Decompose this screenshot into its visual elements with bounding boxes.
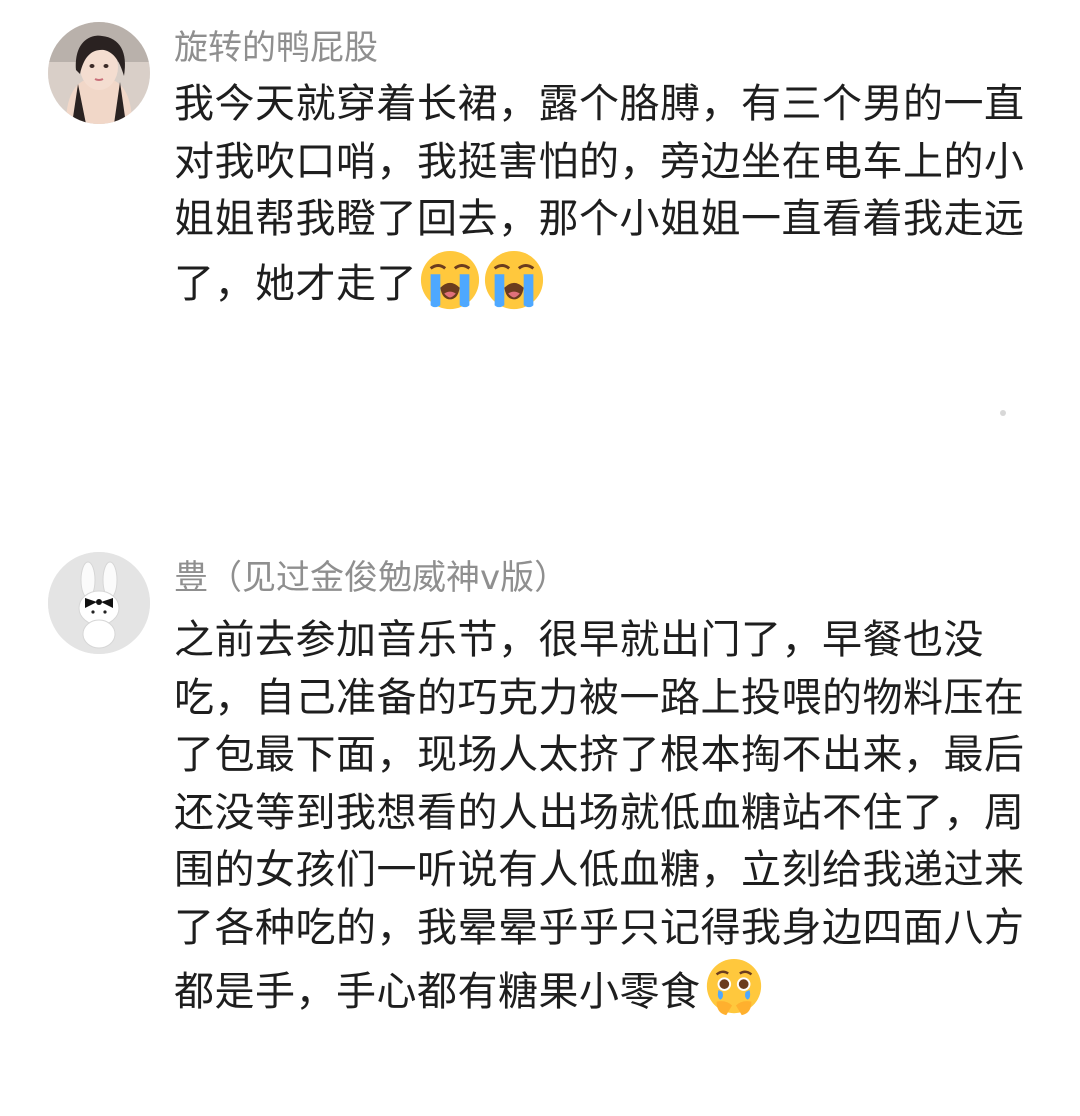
comment-text-content: 之前去参加音乐节，很早就出门了，早餐也没吃，自己准备的巧克力被一路上投喂的物料压… — [174, 617, 1025, 1015]
username[interactable]: 旋转的鸭屁股 — [174, 28, 378, 68]
more-dot-icon — [1000, 410, 1006, 416]
loudly-crying-face-icon — [420, 250, 480, 309]
comment-text: 我今天就穿着长裙，露个胳膊，有三个男的一直对我吹口哨，我挺害怕的，旁边坐在电车上… — [174, 76, 1054, 313]
comment-item: 豊（见过金俊勉威神v版） 之前去参加音乐节，很早就出门了，早餐也没吃，自己准备的… — [0, 540, 1080, 1116]
avatar[interactable] — [48, 552, 150, 654]
face-holding-back-tears-icon — [706, 958, 761, 1016]
comment-text: 之前去参加音乐节，很早就出门了，早餐也没吃，自己准备的巧克力被一路上投喂的物料压… — [174, 612, 1054, 1022]
white-bunny-avatar-icon — [48, 552, 150, 654]
username[interactable]: 豊（见过金俊勉威神v版） — [174, 558, 568, 598]
comment-text-content: 我今天就穿着长裙，露个胳膊，有三个男的一直对我吹口哨，我挺害怕的，旁边坐在电车上… — [174, 81, 1025, 307]
user-avatar-photo-icon — [48, 22, 150, 124]
avatar[interactable] — [48, 22, 150, 124]
loudly-crying-face-icon — [484, 250, 544, 309]
comment-item: 旋转的鸭屁股 我今天就穿着长裙，露个胳膊，有三个男的一直对我吹口哨，我挺害怕的，… — [0, 0, 1080, 470]
